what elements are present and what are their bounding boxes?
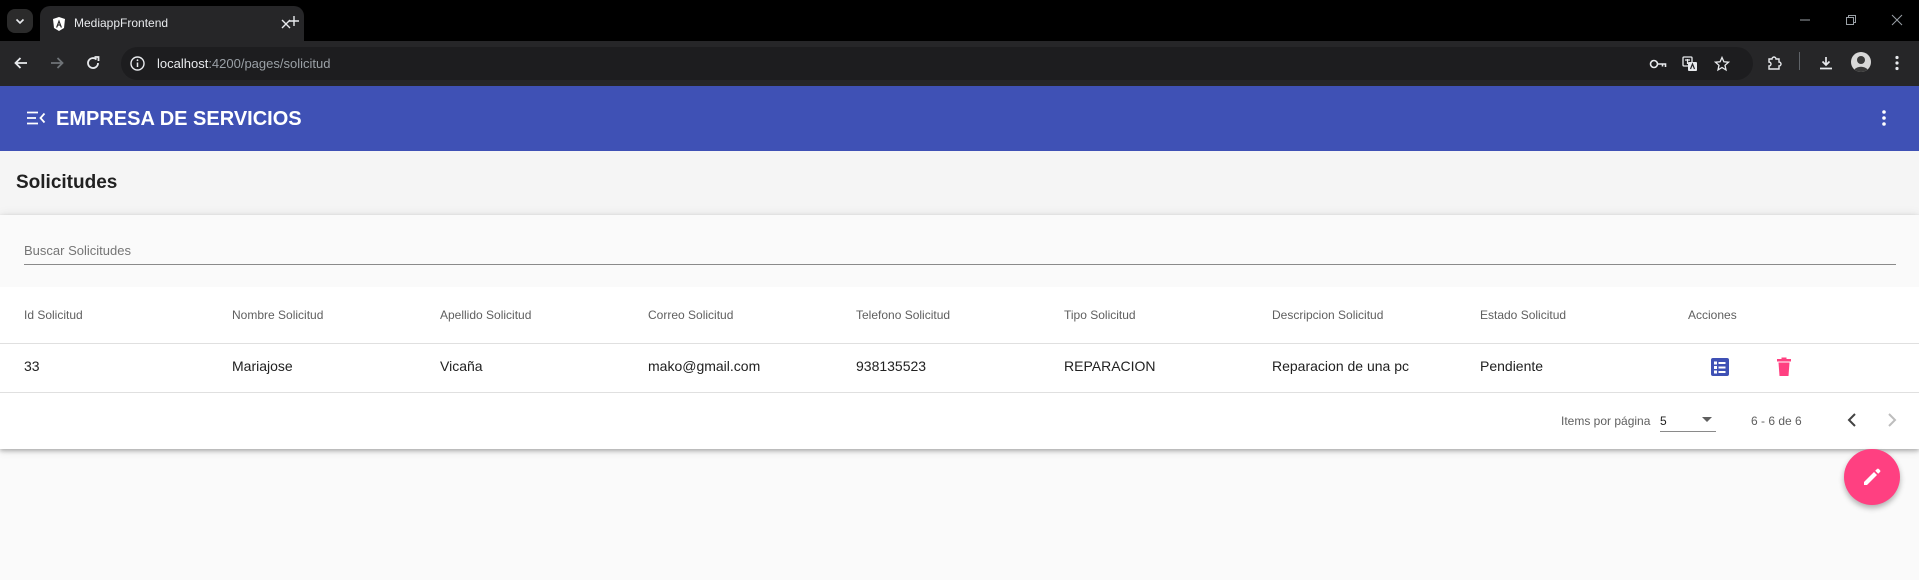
- restore-window-button[interactable]: [1838, 8, 1864, 32]
- url-text: localhost:4200/pages/solicitud: [157, 56, 331, 71]
- browser-tab-strip: MediappFrontend: [0, 0, 1919, 41]
- app-title: EMPRESA DE SERVICIOS: [56, 108, 302, 130]
- row-divider: [0, 392, 1919, 393]
- edit-icon: [1864, 468, 1881, 485]
- restore-icon: [1846, 15, 1856, 25]
- reload-button[interactable]: [81, 51, 105, 75]
- more-options-button[interactable]: [1872, 106, 1896, 130]
- bookmark-button[interactable]: [1712, 54, 1732, 74]
- chevron-left-icon: [1847, 413, 1856, 427]
- minimize-window-button[interactable]: [1792, 8, 1818, 32]
- more-vert-icon: [1895, 55, 1899, 71]
- cell-tipo: REPARACION: [1064, 358, 1156, 374]
- cell-estado: Pendiente: [1480, 358, 1544, 374]
- previous-page-button[interactable]: [1840, 408, 1864, 432]
- header-divider: [0, 343, 1919, 344]
- cell-descripcion: Reparacion de una pc: [1272, 358, 1409, 374]
- chevron-right-icon: [1888, 413, 1897, 427]
- angular-logo-icon: [53, 17, 65, 31]
- plus-icon: [289, 16, 299, 26]
- new-tab-button[interactable]: [282, 9, 306, 33]
- column-header-apellido[interactable]: Apellido Solicitud: [440, 308, 531, 322]
- tab-search-button[interactable]: [7, 9, 33, 33]
- solicitudes-card: Id Solicitud Nombre Solicitud Apellido S…: [0, 215, 1919, 449]
- list-alt-icon: [1711, 358, 1729, 376]
- app-toolbar: EMPRESA DE SERVICIOS: [0, 86, 1919, 151]
- arrow-right-icon: [51, 57, 64, 69]
- more-vert-icon: [1882, 110, 1886, 126]
- minimize-icon: [1800, 19, 1810, 21]
- delete-solicitud-button[interactable]: [1773, 356, 1795, 378]
- address-bar[interactable]: localhost:4200/pages/solicitud: [121, 47, 1753, 80]
- arrow-left-icon: [14, 57, 27, 69]
- items-per-page-label: Items por página: [1561, 414, 1651, 428]
- cell-id: 33: [24, 358, 40, 374]
- page-range-label: 6 - 6 de 6: [1751, 414, 1802, 428]
- page-size-value: 5: [1660, 414, 1667, 428]
- site-info-icon[interactable]: [129, 55, 146, 72]
- search-area: [0, 215, 1919, 287]
- next-page-button[interactable]: [1880, 408, 1904, 432]
- dropdown-arrow-icon: [1702, 417, 1712, 422]
- translate-button[interactable]: [1680, 54, 1700, 74]
- download-icon: [1820, 57, 1832, 70]
- cell-correo: mako@gmail.com: [648, 358, 761, 374]
- close-icon: [1891, 14, 1903, 26]
- close-window-button[interactable]: [1884, 8, 1910, 32]
- avatar[interactable]: [1851, 52, 1871, 72]
- column-header-nombre[interactable]: Nombre Solicitud: [232, 308, 323, 322]
- column-header-acciones: Acciones: [1688, 308, 1737, 322]
- chevron-down-icon: [15, 18, 25, 25]
- cell-telefono: 938135523: [856, 358, 927, 374]
- browser-toolbar: localhost:4200/pages/solicitud: [0, 41, 1919, 86]
- forward-button[interactable]: [45, 51, 69, 75]
- page-title: Solicitudes: [16, 172, 118, 193]
- column-header-descripcion[interactable]: Descripcion Solicitud: [1272, 308, 1383, 322]
- column-header-tipo[interactable]: Tipo Solicitud: [1064, 308, 1136, 322]
- column-header-telefono[interactable]: Telefono Solicitud: [856, 308, 950, 322]
- search-input[interactable]: [24, 237, 1896, 265]
- page-size-select[interactable]: 5: [1660, 408, 1716, 432]
- browser-menu-button[interactable]: [1885, 51, 1909, 75]
- browser-tab[interactable]: MediappFrontend: [40, 6, 304, 41]
- menu-toggle-button[interactable]: [24, 106, 48, 130]
- cell-apellido: Vicaña: [440, 358, 483, 374]
- downloads-button[interactable]: [1814, 51, 1838, 75]
- add-solicitud-fab[interactable]: [1844, 449, 1900, 505]
- back-button[interactable]: [9, 51, 33, 75]
- cell-nombre: Mariajose: [232, 358, 293, 374]
- toolbar-divider: [1799, 52, 1800, 70]
- delete-icon: [1777, 357, 1791, 376]
- edit-solicitud-button[interactable]: [1709, 356, 1731, 378]
- translate-icon: [1682, 56, 1697, 71]
- reload-icon: [87, 56, 100, 69]
- extensions-button[interactable]: [1762, 51, 1786, 75]
- puzzle-icon: [1768, 56, 1782, 70]
- tab-title: MediappFrontend: [74, 16, 169, 30]
- profile-icon: [1853, 56, 1869, 72]
- star-icon: [1714, 56, 1730, 72]
- key-icon: [1649, 59, 1667, 69]
- content-background: [0, 449, 1919, 580]
- menu-open-icon: [27, 111, 46, 125]
- password-manager-button[interactable]: [1648, 54, 1668, 74]
- column-header-estado[interactable]: Estado Solicitud: [1480, 308, 1566, 322]
- column-header-correo[interactable]: Correo Solicitud: [648, 308, 733, 322]
- column-header-id[interactable]: Id Solicitud: [24, 308, 83, 322]
